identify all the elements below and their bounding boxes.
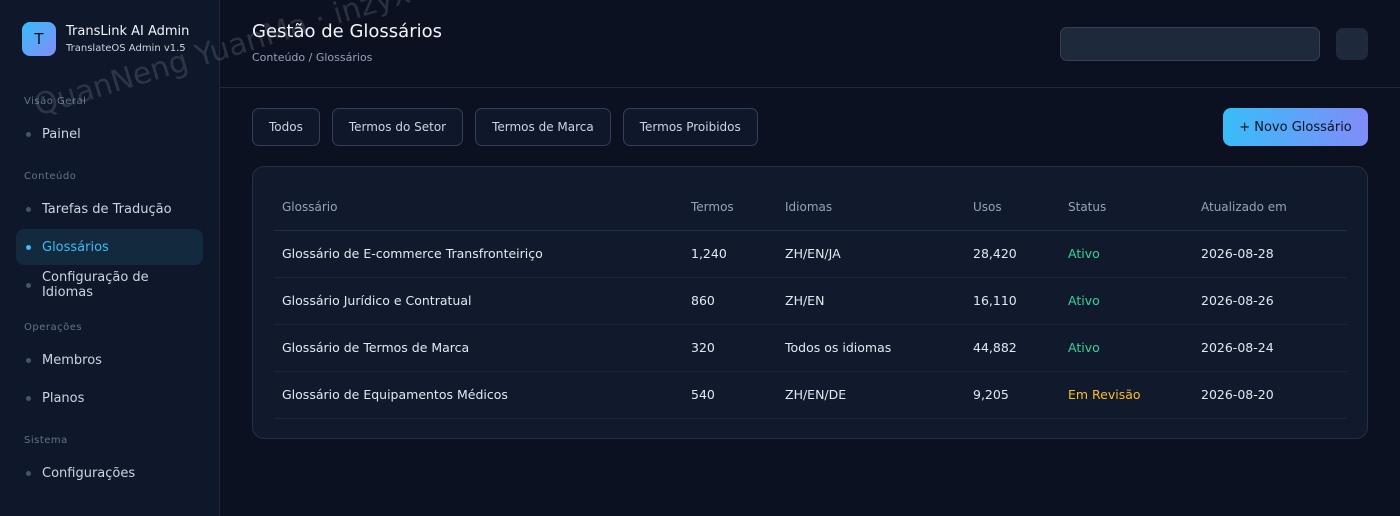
table-row[interactable]: Glossário Jurídico e Contratual 860 ZH/E… xyxy=(274,277,1347,325)
cell-glossary-name: Glossário de Termos de Marca xyxy=(274,324,683,372)
cell-terms: 320 xyxy=(683,324,777,372)
sidebar-item-label: Configurações xyxy=(42,465,136,481)
sidebar-item-label: Tarefas de Tradução xyxy=(42,201,172,217)
breadcrumb: Conteúdo / Glossários xyxy=(252,51,373,64)
column-header-glossary[interactable]: Glossário xyxy=(274,185,683,231)
header-icon-button[interactable] xyxy=(1336,28,1368,60)
cell-terms: 1,240 xyxy=(683,230,777,278)
status-badge: Ativo xyxy=(1060,230,1193,278)
glossary-table-card: Glossário Termos Idiomas Usos Status Atu… xyxy=(252,166,1368,439)
sidebar-item-label: Glossários xyxy=(42,239,109,255)
column-header-uses[interactable]: Usos xyxy=(965,185,1060,231)
cell-uses: 16,110 xyxy=(965,277,1060,325)
glossary-table: Glossário Termos Idiomas Usos Status Atu… xyxy=(274,185,1347,419)
cell-glossary-name: Glossário Jurídico e Contratual xyxy=(274,277,683,325)
search-input[interactable] xyxy=(1060,27,1320,61)
section-label-overview: Visão Geral xyxy=(24,96,87,107)
cell-terms: 860 xyxy=(683,277,777,325)
brand-logo: T xyxy=(22,22,56,56)
column-header-updated[interactable]: Atualizado em xyxy=(1193,185,1347,231)
bullet-icon xyxy=(26,206,31,212)
filter-all-button[interactable]: Todos xyxy=(252,108,320,146)
filter-brand-terms-button[interactable]: Termos de Marca xyxy=(475,108,611,146)
status-badge: Ativo xyxy=(1060,277,1193,325)
cell-uses: 28,420 xyxy=(965,230,1060,278)
page-header: Gestão de Glossários Conteúdo / Glossári… xyxy=(220,0,1400,88)
brand-text: TransLink AI Admin TranslateOS Admin v1.… xyxy=(66,23,189,56)
cell-updated: 2026-08-26 xyxy=(1193,277,1347,325)
bullet-icon xyxy=(26,131,31,137)
bullet-icon xyxy=(26,244,31,250)
table-row[interactable]: Glossário de E-commerce Transfronteiriço… xyxy=(274,230,1347,278)
cell-updated: 2026-08-28 xyxy=(1193,230,1347,278)
page-title: Gestão de Glossários xyxy=(252,21,442,42)
sidebar-item-label: Painel xyxy=(42,126,81,142)
cell-languages: ZH/EN xyxy=(777,277,965,325)
cell-updated: 2026-08-24 xyxy=(1193,324,1347,372)
section-label-operations: Operações xyxy=(24,322,83,333)
bullet-icon xyxy=(26,395,31,401)
sidebar-item-glossaries[interactable]: Glossários xyxy=(16,229,203,265)
cell-languages: Todos os idiomas xyxy=(777,324,965,372)
cell-languages: ZH/EN/JA xyxy=(777,230,965,278)
brand-subtitle: TranslateOS Admin v1.5 xyxy=(66,42,186,54)
sidebar-item-label: Configuração de Idiomas xyxy=(41,270,149,300)
section-label-content: Conteúdo xyxy=(24,171,77,182)
section-label-system: Sistema xyxy=(24,435,68,446)
cell-uses: 9,205 xyxy=(965,371,1060,419)
cell-uses: 44,882 xyxy=(965,324,1060,372)
column-header-terms[interactable]: Termos xyxy=(683,185,777,231)
cell-glossary-name: Glossário de Equipamentos Médicos xyxy=(274,371,683,419)
sidebar-item-label: Planos xyxy=(42,390,85,406)
column-header-languages[interactable]: Idiomas xyxy=(777,185,965,231)
brand-title: TransLink AI Admin xyxy=(66,23,190,39)
sidebar-item-dashboard[interactable]: Painel xyxy=(16,116,203,152)
cell-glossary-name: Glossário de E-commerce Transfronteiriço xyxy=(274,230,683,278)
sidebar-item-members[interactable]: Membros xyxy=(16,342,203,378)
brand[interactable]: T TransLink AI Admin TranslateOS Admin v… xyxy=(22,22,189,56)
table-row[interactable]: Glossário de Equipamentos Médicos 540 ZH… xyxy=(274,371,1347,419)
status-badge: Ativo xyxy=(1060,324,1193,372)
table-header-row: Glossário Termos Idiomas Usos Status Atu… xyxy=(274,185,1347,231)
filter-bar: Todos Termos do Setor Termos de Marca Te… xyxy=(252,108,758,146)
sidebar: T TransLink AI Admin TranslateOS Admin v… xyxy=(0,0,220,516)
cell-terms: 540 xyxy=(683,371,777,419)
sidebar-item-plans[interactable]: Planos xyxy=(16,380,203,416)
main-content: Gestão de Glossários Conteúdo / Glossári… xyxy=(220,0,1400,516)
cell-updated: 2026-08-20 xyxy=(1193,371,1347,419)
bullet-icon xyxy=(26,470,31,476)
column-header-status[interactable]: Status xyxy=(1060,185,1193,231)
new-glossary-button[interactable]: + Novo Glossário xyxy=(1223,108,1368,146)
sidebar-item-settings[interactable]: Configurações xyxy=(16,455,203,491)
app: T TransLink AI Admin TranslateOS Admin v… xyxy=(0,0,1400,516)
sidebar-item-label: Membros xyxy=(42,352,102,368)
sidebar-item-language-settings[interactable]: Configuração de Idiomas xyxy=(16,267,203,303)
status-badge: Em Revisão xyxy=(1060,371,1193,419)
sidebar-item-translation-tasks[interactable]: Tarefas de Tradução xyxy=(16,191,203,227)
cell-languages: ZH/EN/DE xyxy=(777,371,965,419)
filter-industry-terms-button[interactable]: Termos do Setor xyxy=(331,108,464,146)
bullet-icon xyxy=(26,282,31,288)
filter-prohibited-terms-button[interactable]: Termos Proibidos xyxy=(622,108,758,146)
table-row[interactable]: Glossário de Termos de Marca 320 Todos o… xyxy=(274,324,1347,372)
bullet-icon xyxy=(26,357,31,363)
